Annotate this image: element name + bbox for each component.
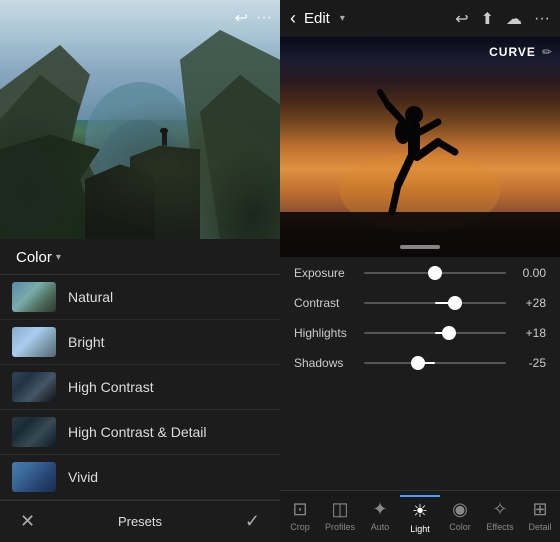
color-header[interactable]: Color ▾: [0, 239, 280, 275]
exposure-row: Exposure 0.00: [294, 263, 546, 283]
detail-label: Detail: [528, 522, 551, 532]
light-label: Light: [410, 524, 430, 534]
person-silhouette-svg: [280, 37, 560, 257]
highlights-value: +18: [514, 326, 546, 340]
nav-color[interactable]: ◉ Color: [440, 495, 480, 538]
back-button[interactable]: ‹: [290, 8, 296, 29]
undo-icon[interactable]: ↩: [235, 8, 248, 28]
presets-label: Presets: [118, 514, 162, 529]
confirm-button[interactable]: ✓: [245, 511, 260, 532]
left-footer: ✕ Presets ✓: [0, 500, 280, 542]
undo-icon-right[interactable]: ↩: [455, 9, 468, 29]
contrast-value: +28: [514, 296, 546, 310]
edit-chevron-icon: ▾: [340, 13, 345, 24]
effects-icon: ✧: [492, 499, 507, 520]
drag-indicator: [400, 245, 440, 249]
curve-label-area: CURVE ✏: [489, 45, 552, 59]
highlights-track: [364, 332, 506, 334]
contrast-thumb[interactable]: [448, 296, 462, 310]
more-icon[interactable]: ···: [256, 9, 272, 27]
share-icon[interactable]: ⬆: [481, 9, 494, 29]
preset-label-natural: Natural: [68, 289, 113, 305]
exposure-value: 0.00: [514, 266, 546, 280]
curve-edit-icon[interactable]: ✏: [542, 45, 552, 59]
shadows-slider[interactable]: [364, 353, 506, 373]
contrast-slider[interactable]: [364, 293, 506, 313]
color-label: Color: [16, 249, 52, 266]
highlights-label: Highlights: [294, 326, 364, 340]
contrast-row: Contrast +28: [294, 293, 546, 313]
left-panel: ↩ ··· Color ▾ Natural Bright High Contra…: [0, 0, 280, 542]
auto-label: Auto: [371, 522, 390, 532]
auto-icon: ✦: [372, 499, 387, 520]
left-bottom: Color ▾ Natural Bright High Contrast Hi: [0, 239, 280, 542]
presets-list: Natural Bright High Contrast High Contra…: [0, 275, 280, 500]
header-right: ↩ ⬆ ☁ ···: [455, 9, 550, 29]
exposure-label: Exposure: [294, 266, 364, 280]
effects-label: Effects: [486, 522, 513, 532]
preset-label-vivid: Vivid: [68, 469, 98, 485]
cancel-button[interactable]: ✕: [20, 511, 35, 532]
right-photo: CURVE ✏: [280, 37, 560, 257]
profiles-icon: ◫: [331, 499, 348, 520]
profiles-label: Profiles: [325, 522, 355, 532]
shadows-value: -25: [514, 356, 546, 370]
chevron-down-icon: ▾: [56, 252, 61, 263]
nav-detail[interactable]: ⊞ Detail: [520, 495, 560, 538]
shadows-thumb[interactable]: [411, 356, 425, 370]
bottom-nav: ⊡ Crop ◫ Profiles ✦ Auto ☀ Light ◉ Color…: [280, 490, 560, 542]
nav-light[interactable]: ☀ Light: [400, 495, 440, 538]
preset-natural[interactable]: Natural: [0, 275, 280, 320]
edit-title: Edit: [304, 10, 330, 27]
detail-icon: ⊞: [532, 499, 547, 520]
nav-profiles[interactable]: ◫ Profiles: [320, 495, 360, 538]
shadows-track: [364, 362, 506, 364]
contrast-track: [364, 302, 506, 304]
crop-label: Crop: [290, 522, 310, 532]
more-icon-right[interactable]: ···: [534, 10, 550, 28]
preset-thumb-highcontrastdetail: [12, 417, 56, 447]
left-header-icons: ↩ ···: [235, 8, 272, 28]
preset-label-highcontrastdetail: High Contrast & Detail: [68, 424, 207, 440]
highlights-row: Highlights +18: [294, 323, 546, 343]
right-panel: ‹ Edit ▾ ↩ ⬆ ☁ ···: [280, 0, 560, 542]
header-left: ‹ Edit ▾: [290, 8, 345, 29]
shadows-label: Shadows: [294, 356, 364, 370]
preset-high-contrast-detail[interactable]: High Contrast & Detail: [0, 410, 280, 455]
nav-auto[interactable]: ✦ Auto: [360, 495, 400, 538]
exposure-slider[interactable]: [364, 263, 506, 283]
contrast-label: Contrast: [294, 296, 364, 310]
preset-thumb-bright: [12, 327, 56, 357]
preset-label-highcontrast: High Contrast: [68, 379, 154, 395]
sliders-area: Exposure 0.00 Contrast +28 Highlights: [280, 257, 560, 490]
crop-icon: ⊡: [292, 499, 307, 520]
highlights-slider[interactable]: [364, 323, 506, 343]
preset-label-bright: Bright: [68, 334, 105, 350]
preset-bright[interactable]: Bright: [0, 320, 280, 365]
preset-thumb-vivid: [12, 462, 56, 492]
shadows-row: Shadows -25: [294, 353, 546, 373]
light-icon: ☀: [412, 501, 428, 522]
cloud-icon[interactable]: ☁: [506, 9, 522, 29]
color-label: Color: [449, 522, 471, 532]
exposure-track: [364, 272, 506, 274]
curve-label: CURVE: [489, 45, 536, 59]
preset-thumb-highcontrast: [12, 372, 56, 402]
highlights-thumb[interactable]: [442, 326, 456, 340]
color-icon: ◉: [452, 499, 468, 520]
preset-thumb-natural: [12, 282, 56, 312]
preset-vivid[interactable]: Vivid: [0, 455, 280, 500]
preset-high-contrast[interactable]: High Contrast: [0, 365, 280, 410]
exposure-thumb[interactable]: [428, 266, 442, 280]
left-photo: ↩ ···: [0, 0, 280, 239]
right-header: ‹ Edit ▾ ↩ ⬆ ☁ ···: [280, 0, 560, 37]
nav-effects[interactable]: ✧ Effects: [480, 495, 520, 538]
nav-crop[interactable]: ⊡ Crop: [280, 495, 320, 538]
photo-overlay: [0, 0, 280, 239]
